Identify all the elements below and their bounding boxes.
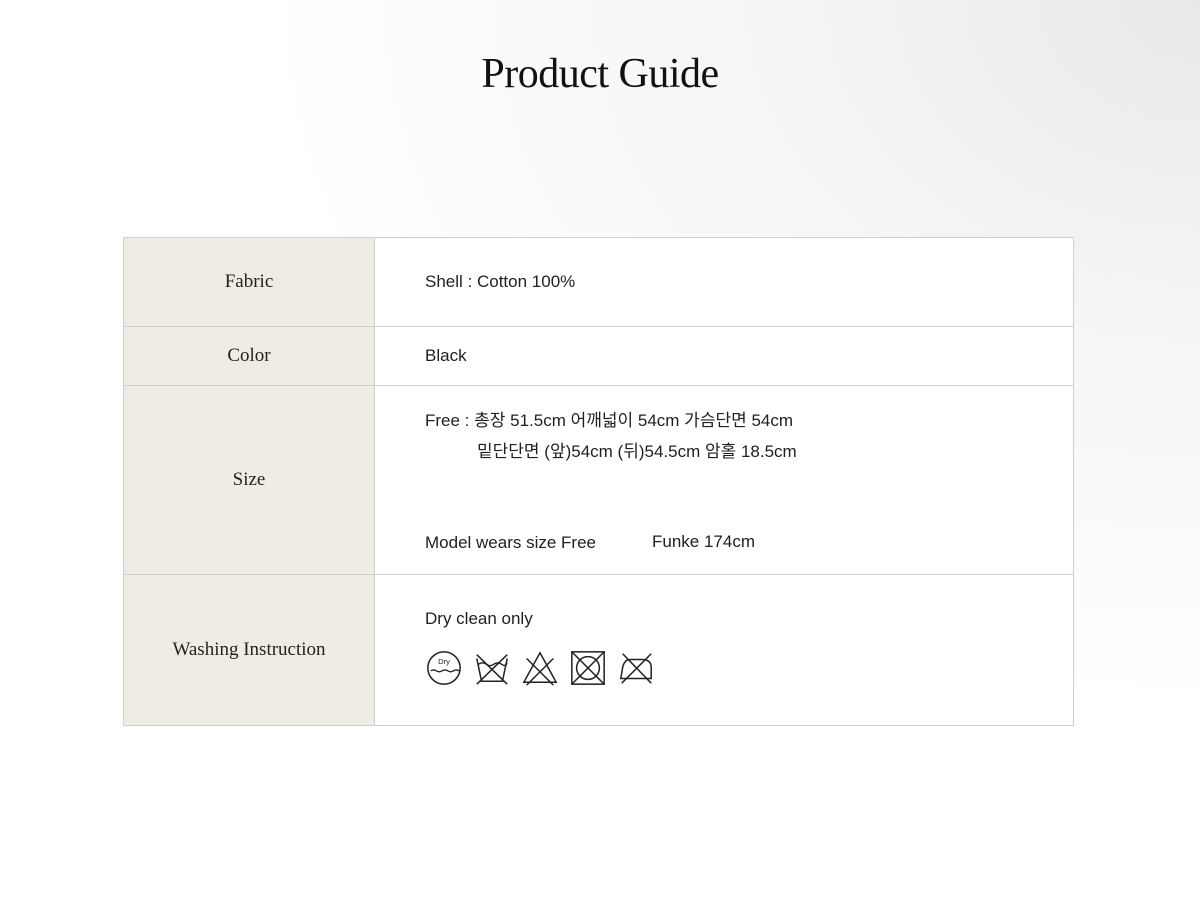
color-label: Color: [123, 326, 375, 386]
dry-badge-text: Dry: [438, 657, 450, 666]
fabric-label: Fabric: [123, 237, 375, 327]
page-title: Product Guide: [481, 51, 719, 97]
product-guide-table: Fabric Shell : Cotton 100% Color Black S…: [123, 237, 1074, 726]
fabric-value: Shell : Cotton 100%: [374, 237, 1074, 327]
color-value: Black: [374, 326, 1074, 386]
no-ironing-icon: [619, 653, 652, 684]
no-tumble-dry-icon: [571, 651, 605, 685]
model-name-height: Funke 174cm: [652, 532, 755, 551]
washing-label: Washing Instruction: [123, 574, 375, 726]
size-value: Free : 총장 51.5cm 어깨넓이 54cm 가슴단면 54cm 밑단단…: [374, 385, 1074, 575]
size-label: Size: [123, 385, 375, 575]
no-washing-icon: [476, 654, 508, 685]
table-row-size: Size Free : 총장 51.5cm 어깨넓이 54cm 가슴단면 54c…: [123, 385, 1074, 575]
table-row-color: Color Black: [123, 326, 1074, 386]
size-measurements-line2: 밑단단면 (앞)54cm (뒤)54.5cm 암홀 18.5cm: [477, 442, 797, 461]
washing-value: Dry clean only Dry: [374, 574, 1074, 726]
dry-clean-icon: Dry: [427, 651, 461, 685]
no-bleach-icon: [522, 651, 558, 686]
table-row-washing: Washing Instruction Dry clean only Dry: [123, 574, 1074, 726]
washing-text: Dry clean only: [425, 609, 533, 628]
model-size-text: Model wears size Free: [425, 533, 597, 552]
care-symbols: Dry: [425, 649, 655, 687]
table-row-fabric: Fabric Shell : Cotton 100%: [123, 237, 1074, 327]
size-measurements-line1: Free : 총장 51.5cm 어깨넓이 54cm 가슴단면 54cm: [425, 411, 794, 430]
